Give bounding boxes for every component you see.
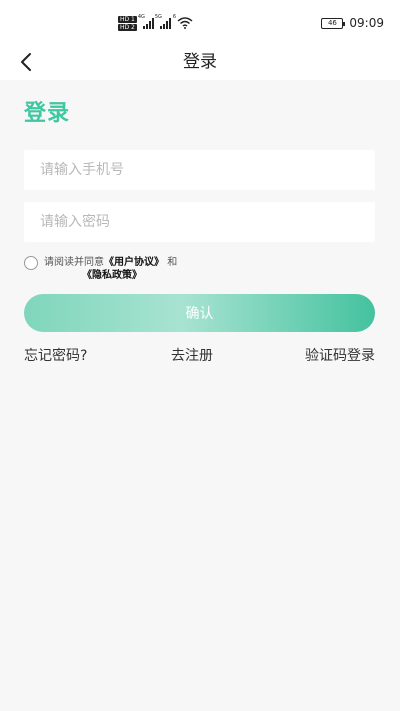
signal-2-label: 5G — [154, 14, 162, 20]
forgot-password-link[interactable]: 忘记密码? — [24, 345, 87, 365]
hd-indicators: HD 1 HD 2 — [118, 15, 137, 31]
password-input[interactable] — [24, 202, 375, 242]
confirm-button[interactable]: 确认 — [24, 294, 375, 332]
privacy-policy-link[interactable]: 《隐私政策》 — [82, 270, 142, 281]
agreement-line-2: 《隐私政策》 — [82, 269, 142, 283]
status-right: 46 09:09 — [321, 16, 384, 30]
agree-and: 和 — [167, 257, 178, 268]
login-heading: 登录 — [24, 101, 71, 126]
bottom-links: 忘记密码? 去注册 验证码登录 — [24, 345, 375, 365]
page-title: 登录 — [183, 52, 217, 72]
signal-2-icon: 5G — [155, 14, 171, 29]
battery-level: 46 — [327, 18, 337, 27]
register-link[interactable]: 去注册 — [171, 345, 213, 365]
hd-2-badge: HD 2 — [118, 23, 137, 31]
phone-input[interactable] — [24, 150, 375, 190]
user-agreement-link[interactable]: 《用户协议》 — [104, 257, 164, 268]
hd-1-badge: HD 1 — [118, 15, 137, 23]
agree-prefix: 请阅读并同意 — [44, 257, 104, 268]
signal-1-icon: 4G — [138, 14, 154, 29]
status-bar: HD 1 HD 2 4G 5G 6 46 09:09 — [0, 0, 400, 44]
login-content: 登录 请阅读并同意《用户协议》 和 《隐私政策》 确认 忘记密码? 去注册 验证… — [0, 80, 400, 711]
signal-1-label: 4G — [137, 14, 145, 20]
battery-icon: 46 — [321, 17, 346, 29]
code-login-link[interactable]: 验证码登录 — [305, 345, 375, 365]
nav-bar: 登录 — [0, 44, 400, 80]
wifi-label: 6 — [172, 14, 177, 20]
wifi-icon: 6 — [173, 14, 193, 29]
network-indicators: HD 1 HD 2 4G 5G 6 — [118, 14, 193, 32]
agree-radio[interactable] — [24, 256, 38, 270]
clock: 09:09 — [349, 16, 384, 30]
agreement-line-1: 请阅读并同意《用户协议》 和 — [44, 256, 177, 270]
